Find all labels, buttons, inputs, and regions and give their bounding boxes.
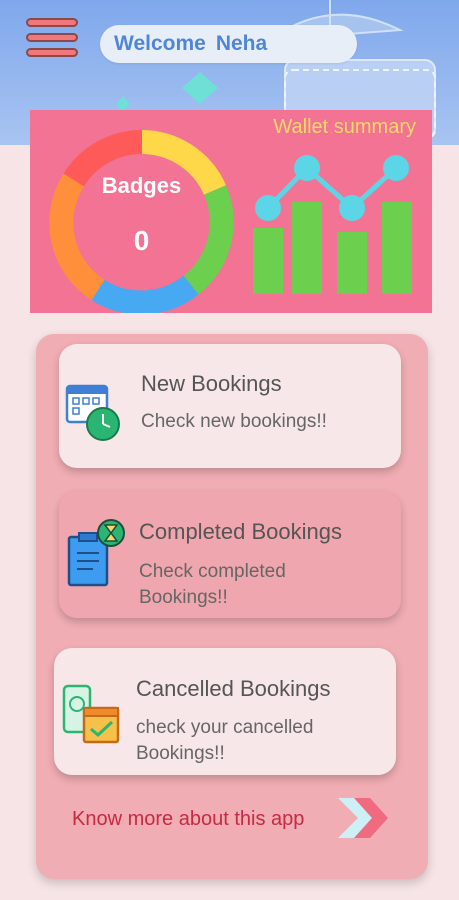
wallet-summary-card[interactable]: Wallet summary Badges 0 (30, 110, 432, 313)
trend-point (383, 155, 409, 181)
cancelled-bookings-card[interactable]: Cancelled Bookings check your cancelled … (54, 648, 396, 775)
bar (292, 202, 322, 294)
completed-bookings-title: Completed Bookings (139, 519, 343, 544)
bar (382, 202, 412, 294)
new-bookings-card[interactable]: New Bookings Check new bookings!! (59, 344, 401, 468)
calendar-clock-icon (65, 384, 120, 441)
trend-point (339, 195, 365, 221)
user-name: Neha (215, 32, 268, 55)
trend-point (294, 155, 320, 181)
badges-donut-chart (49, 129, 234, 313)
completed-bookings-subtitle-line1: Check completed (139, 561, 286, 582)
wallet-summary-title: Wallet summary (273, 116, 416, 138)
hamburger-menu-icon (26, 48, 78, 57)
clipboard-hourglass-icon (67, 519, 125, 587)
know-more-link[interactable]: Know more about this app (72, 808, 304, 831)
wallet-trend-line (266, 164, 398, 212)
badges-count: 0 (133, 225, 150, 256)
welcome-label: Welcome (114, 32, 206, 55)
menu-button[interactable] (26, 18, 78, 60)
double-chevron-right-icon[interactable] (334, 794, 390, 842)
badges-label: Badges (101, 173, 182, 198)
cancelled-bookings-title: Cancelled Bookings (136, 676, 331, 701)
bar (253, 228, 283, 294)
new-bookings-subtitle: Check new bookings!! (141, 411, 327, 432)
welcome-banner: Welcome Neha (100, 25, 357, 63)
completed-bookings-card[interactable]: Completed Bookings Check completed Booki… (59, 491, 401, 618)
donut-segment-green (183, 185, 234, 295)
donut-segment-blue (91, 275, 199, 313)
hamburger-menu-icon (26, 18, 78, 27)
phone-calendar-check-icon (62, 684, 120, 744)
wallet-summary-graphic (49, 129, 412, 313)
cancelled-bookings-subtitle-line2: Bookings!! (136, 743, 225, 764)
new-bookings-title: New Bookings (141, 371, 282, 396)
bar (337, 232, 367, 294)
hamburger-menu-icon (26, 33, 78, 42)
completed-bookings-subtitle-line2: Bookings!! (139, 587, 228, 608)
cancelled-bookings-subtitle-line1: check your cancelled (136, 717, 314, 738)
trend-point (255, 195, 281, 221)
